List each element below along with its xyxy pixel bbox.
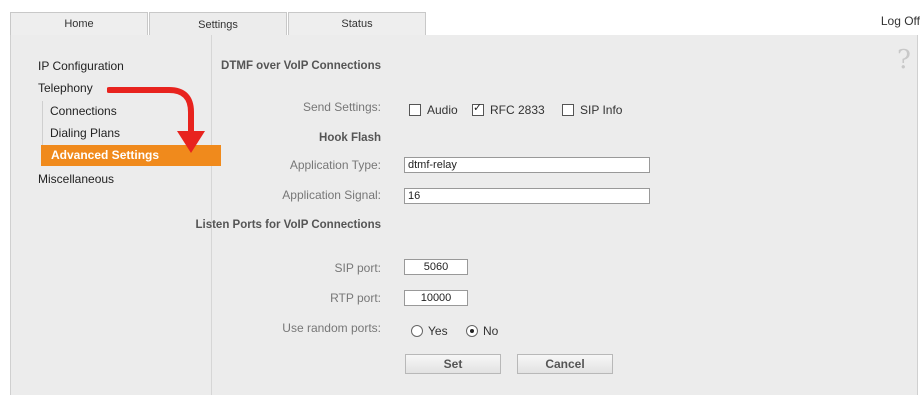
tab-settings[interactable]: Settings: [149, 12, 287, 37]
rfc2833-label: RFC 2833: [490, 103, 545, 117]
audio-checkbox[interactable]: [409, 104, 421, 116]
sidebar-item-miscellaneous[interactable]: Miscellaneous: [38, 172, 114, 186]
yes-radio[interactable]: [411, 325, 423, 337]
application-signal-label: Application Signal:: [282, 188, 381, 202]
no-label: No: [483, 324, 499, 338]
send-option-sip-info[interactable]: SIP Info: [562, 103, 622, 117]
listen-ports-heading: Listen Ports for VoIP Connections: [195, 219, 381, 231]
tab-home[interactable]: Home: [10, 12, 148, 35]
send-option-rfc2833[interactable]: RFC 2833: [472, 101, 545, 117]
application-type-label: Application Type:: [289, 158, 381, 172]
hook-flash-heading: Hook Flash: [319, 132, 381, 144]
random-option-yes[interactable]: Yes: [411, 324, 448, 338]
help-icon[interactable]: ?: [897, 45, 911, 75]
application-signal-input[interactable]: 16: [404, 188, 650, 204]
rfc2833-checkbox[interactable]: [472, 101, 484, 116]
tab-bar: Home Settings Status: [10, 12, 427, 37]
tab-status[interactable]: Status: [288, 12, 426, 35]
rtp-port-input[interactable]: 10000: [404, 290, 468, 306]
yes-label: Yes: [428, 324, 448, 338]
cancel-button[interactable]: Cancel: [517, 354, 613, 374]
logoff-link[interactable]: Log Off: [881, 14, 920, 28]
send-settings-label: Send Settings:: [302, 100, 381, 114]
sip-port-input[interactable]: 5060: [404, 259, 468, 275]
send-option-audio[interactable]: Audio: [409, 103, 458, 117]
sip-port-label: SIP port:: [334, 261, 381, 275]
sidebar-item-telephony[interactable]: Telephony: [38, 81, 93, 95]
sidebar: IP Configuration Telephony Connections D…: [11, 35, 221, 395]
no-radio[interactable]: [466, 325, 478, 337]
sip-info-checkbox[interactable]: [562, 104, 574, 116]
rtp-port-label: RTP port:: [330, 291, 381, 305]
application-type-input[interactable]: dtmf-relay: [404, 157, 650, 173]
sip-info-label: SIP Info: [580, 103, 623, 117]
set-button[interactable]: Set: [405, 354, 501, 374]
random-option-no[interactable]: No: [466, 324, 498, 338]
red-arrow-icon: [107, 87, 205, 153]
random-ports-label: Use random ports:: [282, 321, 381, 335]
settings-panel: IP Configuration Telephony Connections D…: [10, 35, 918, 395]
dtmf-heading: DTMF over VoIP Connections: [221, 60, 381, 72]
audio-label: Audio: [427, 103, 458, 117]
